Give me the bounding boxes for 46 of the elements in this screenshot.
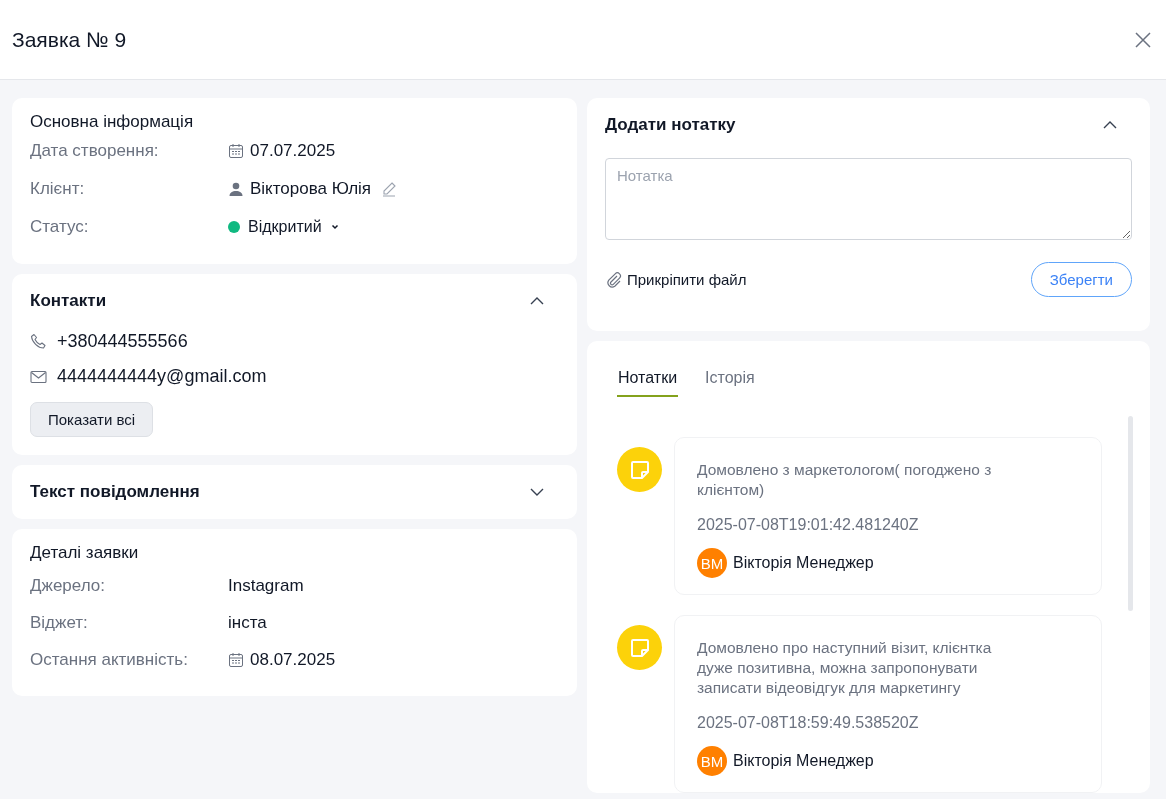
pencil-icon [381, 181, 398, 197]
envelope-icon [30, 369, 47, 384]
field-label: Остання активність: [30, 649, 189, 670]
modal-title: Заявка № 9 [12, 27, 127, 52]
note-text: Домовлено про наступний візит, клієнтка дуже позитивна, можна запропонувати записати відеовідгук для маркетингу [697, 638, 993, 698]
calendar-icon [228, 143, 244, 159]
save-button[interactable]: Зберегти [1030, 262, 1132, 297]
author-avatar: ВМ [697, 548, 727, 578]
sticky-note-icon [617, 625, 662, 670]
field-value: 08.07.2025 [250, 649, 336, 670]
email-address: 4444444444y@gmail.com [57, 366, 267, 387]
phone-icon [30, 333, 47, 350]
author-avatar: ВМ [697, 746, 727, 776]
field-label: Віджет: [30, 612, 89, 633]
attach-file-link[interactable]: Прикріпити файл [605, 270, 747, 289]
section-title: Текст повідомлення [30, 482, 200, 502]
section-title: Контакти [30, 291, 107, 311]
scrollbar[interactable] [1128, 416, 1133, 611]
note-timestamp: 2025-07-08T18:59:49.538520Z [697, 714, 920, 732]
field-label: Дата створення: [30, 141, 160, 161]
section-title: Додати нотатку [605, 115, 736, 135]
note-text: Домовлено з маркетологом( погоджено з клієнтом) [697, 460, 993, 500]
note-timestamp: 2025-07-08T19:01:42.481240Z [697, 516, 920, 534]
caret-icon [329, 222, 340, 232]
field-value: 07.07.2025 [250, 141, 336, 161]
author-name: Вікторія Менеджер [733, 554, 874, 572]
field-value: Instagram [228, 575, 304, 596]
section-title: Деталі заявки [30, 543, 140, 563]
note-field[interactable]: Нотатка [605, 158, 1132, 240]
paperclip-icon [605, 270, 623, 289]
field-label: Статус: [30, 217, 90, 237]
client-name: Вікторова Юлія [250, 179, 372, 199]
status-dropdown[interactable]: Відкритий [228, 218, 340, 236]
tab[interactable]: Історія [704, 363, 756, 397]
close-icon[interactable] [1134, 30, 1152, 49]
field-label: Клієнт: [30, 179, 86, 199]
field-label: Джерело: [30, 575, 106, 596]
section-title: Основна інформація [30, 112, 195, 132]
person-icon [228, 181, 244, 197]
field-value: інста [228, 612, 267, 633]
calendar-icon [228, 651, 244, 668]
tab[interactable]: Нотатки [617, 363, 679, 397]
author-name: Вікторія Менеджер [733, 752, 874, 770]
phone-number: +380444555566 [57, 331, 188, 352]
sticky-note-icon [617, 447, 662, 492]
show-all-button[interactable]: Показати всі [30, 402, 154, 437]
